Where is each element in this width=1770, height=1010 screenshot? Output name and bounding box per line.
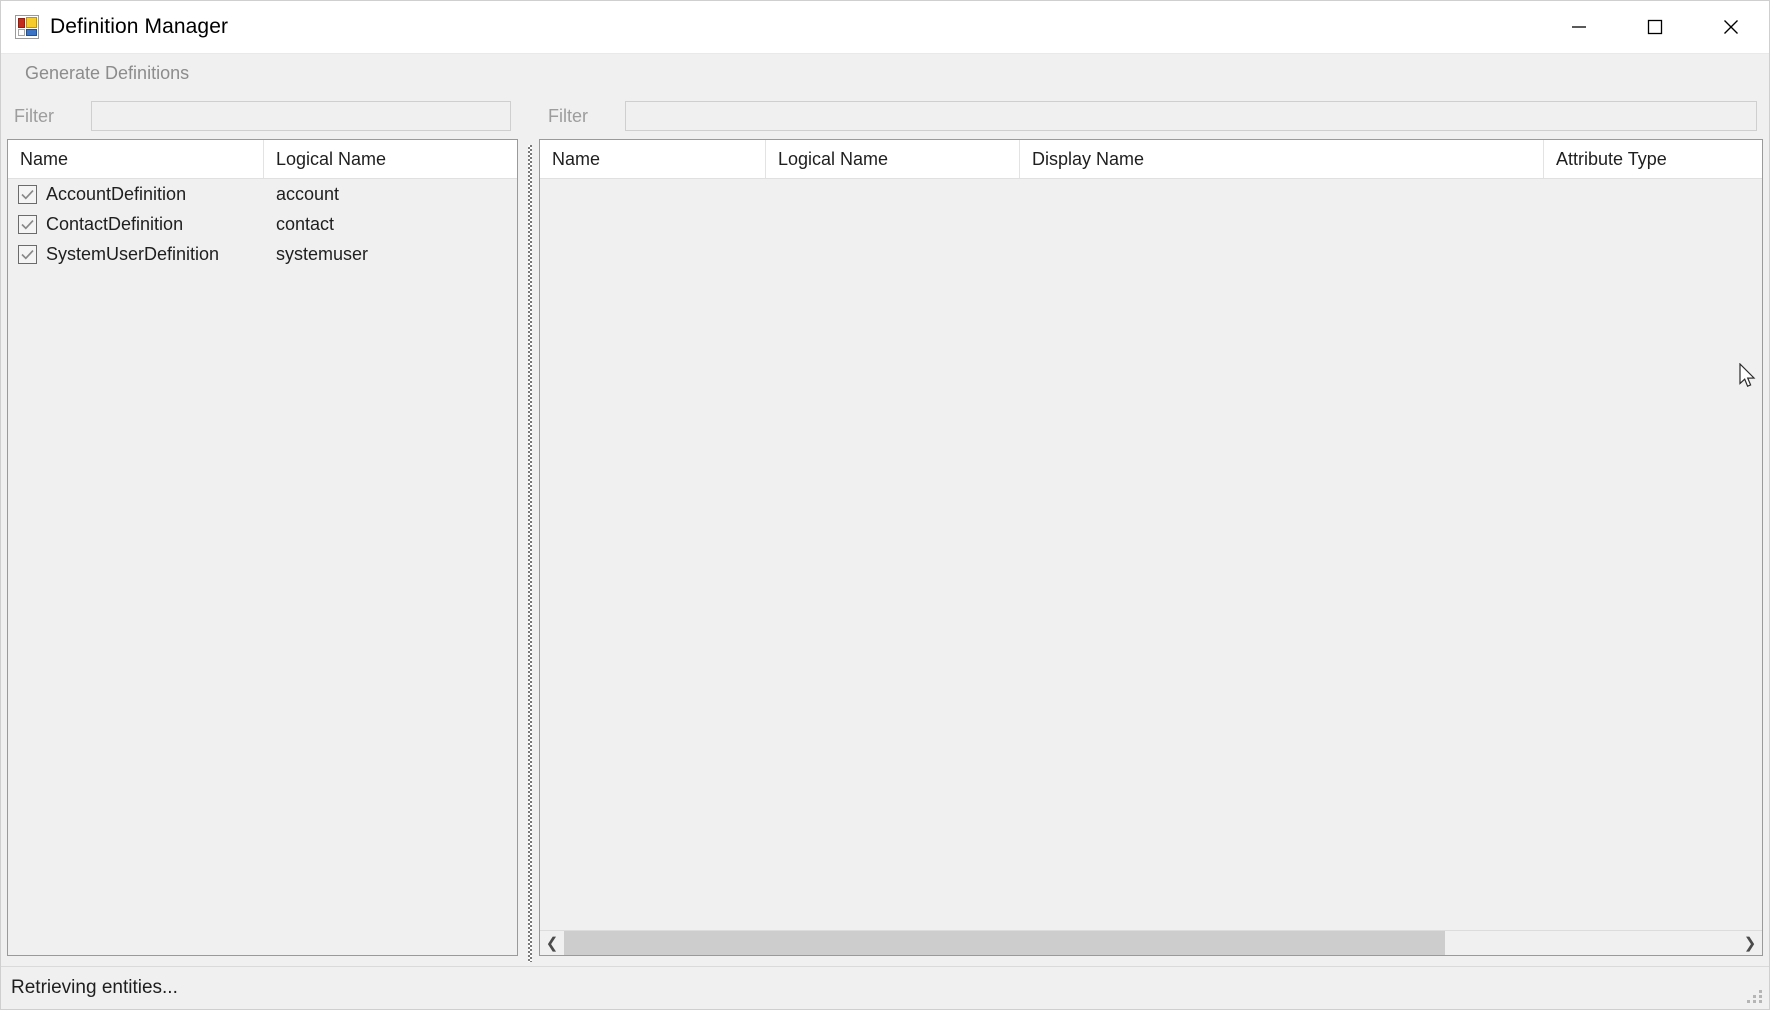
table-row[interactable]: SystemUserDefinition systemuser	[8, 239, 517, 269]
status-bar: Retrieving entities...	[1, 966, 1769, 1009]
column-header-logical-name[interactable]: Logical Name	[264, 140, 517, 178]
column-header-name[interactable]: Name	[8, 140, 264, 178]
chevron-right-icon[interactable]: ❯	[1738, 931, 1762, 955]
row-logical-name-cell: contact	[276, 213, 335, 234]
row-logical-name-cell: systemuser	[276, 243, 369, 264]
right-filter-label: Filter	[548, 105, 588, 126]
row-checkbox[interactable]	[18, 244, 37, 264]
row-name-cell: ContactDefinition	[8, 214, 264, 235]
entities-listview-header: Name Logical Name	[8, 140, 517, 179]
menu-bar: Generate Definitions	[1, 54, 1769, 93]
row-name-text: AccountDefinition	[46, 183, 187, 204]
checkmark-icon	[21, 249, 34, 260]
close-icon	[1724, 20, 1738, 34]
status-message: Retrieving entities...	[11, 977, 178, 998]
scrollbar-track[interactable]	[564, 931, 1738, 955]
column-header-attribute-type[interactable]: Attribute Type	[1544, 140, 1762, 178]
entities-panel: Filter Name Logical Name AccountDefiniti…	[1, 93, 526, 966]
attributes-listview-rows	[540, 179, 1762, 930]
left-filter-label: Filter	[14, 105, 54, 126]
panel-splitter[interactable]	[526, 93, 535, 966]
entities-listview[interactable]: Name Logical Name AccountDefinition acco…	[7, 139, 518, 956]
row-checkbox[interactable]	[18, 184, 37, 204]
row-name-text: SystemUserDefinition	[46, 243, 220, 264]
application-window: Definition Manager Generate Definitions …	[0, 0, 1770, 1010]
window-controls	[1541, 1, 1769, 53]
attributes-listview-header: Name Logical Name Display Name Attribute…	[540, 140, 1762, 179]
chevron-left-icon[interactable]: ❮	[540, 931, 564, 955]
title-bar: Definition Manager	[1, 1, 1769, 54]
maximize-icon	[1647, 19, 1663, 35]
attributes-listview[interactable]: Name Logical Name Display Name Attribute…	[539, 139, 1763, 956]
right-filter-row: Filter	[535, 93, 1769, 139]
left-filter-input[interactable]	[91, 101, 511, 131]
content-area: Filter Name Logical Name AccountDefiniti…	[1, 93, 1769, 966]
menu-item-generate-definitions[interactable]: Generate Definitions	[15, 58, 199, 89]
close-button[interactable]	[1693, 1, 1769, 53]
checkmark-icon	[21, 189, 34, 200]
row-logical-name-cell: account	[276, 183, 340, 204]
column-header-display-name[interactable]: Display Name	[1020, 140, 1544, 178]
column-header-name[interactable]: Name	[540, 140, 766, 178]
maximize-button[interactable]	[1617, 1, 1693, 53]
table-row[interactable]: ContactDefinition contact	[8, 209, 517, 239]
resize-grip-icon[interactable]	[1747, 988, 1763, 1004]
minimize-icon	[1572, 26, 1586, 28]
attributes-panel: Filter Name Logical Name Display Name At…	[535, 93, 1769, 966]
app-grid-icon	[15, 15, 39, 39]
scrollbar-thumb[interactable]	[564, 931, 1445, 955]
column-header-logical-name[interactable]: Logical Name	[766, 140, 1020, 178]
window-title: Definition Manager	[50, 15, 229, 38]
row-name-cell: SystemUserDefinition	[8, 244, 264, 265]
row-name-text: ContactDefinition	[46, 213, 184, 234]
minimize-button[interactable]	[1541, 1, 1617, 53]
row-name-cell: AccountDefinition	[8, 184, 264, 205]
right-filter-input[interactable]	[625, 101, 1757, 131]
table-row[interactable]: AccountDefinition account	[8, 179, 517, 209]
attributes-horizontal-scrollbar[interactable]: ❮ ❯	[540, 930, 1762, 955]
left-filter-row: Filter	[1, 93, 526, 139]
checkmark-icon	[21, 219, 34, 230]
entities-listview-rows: AccountDefinition account ContactDefinit…	[8, 179, 517, 955]
row-checkbox[interactable]	[18, 214, 37, 234]
